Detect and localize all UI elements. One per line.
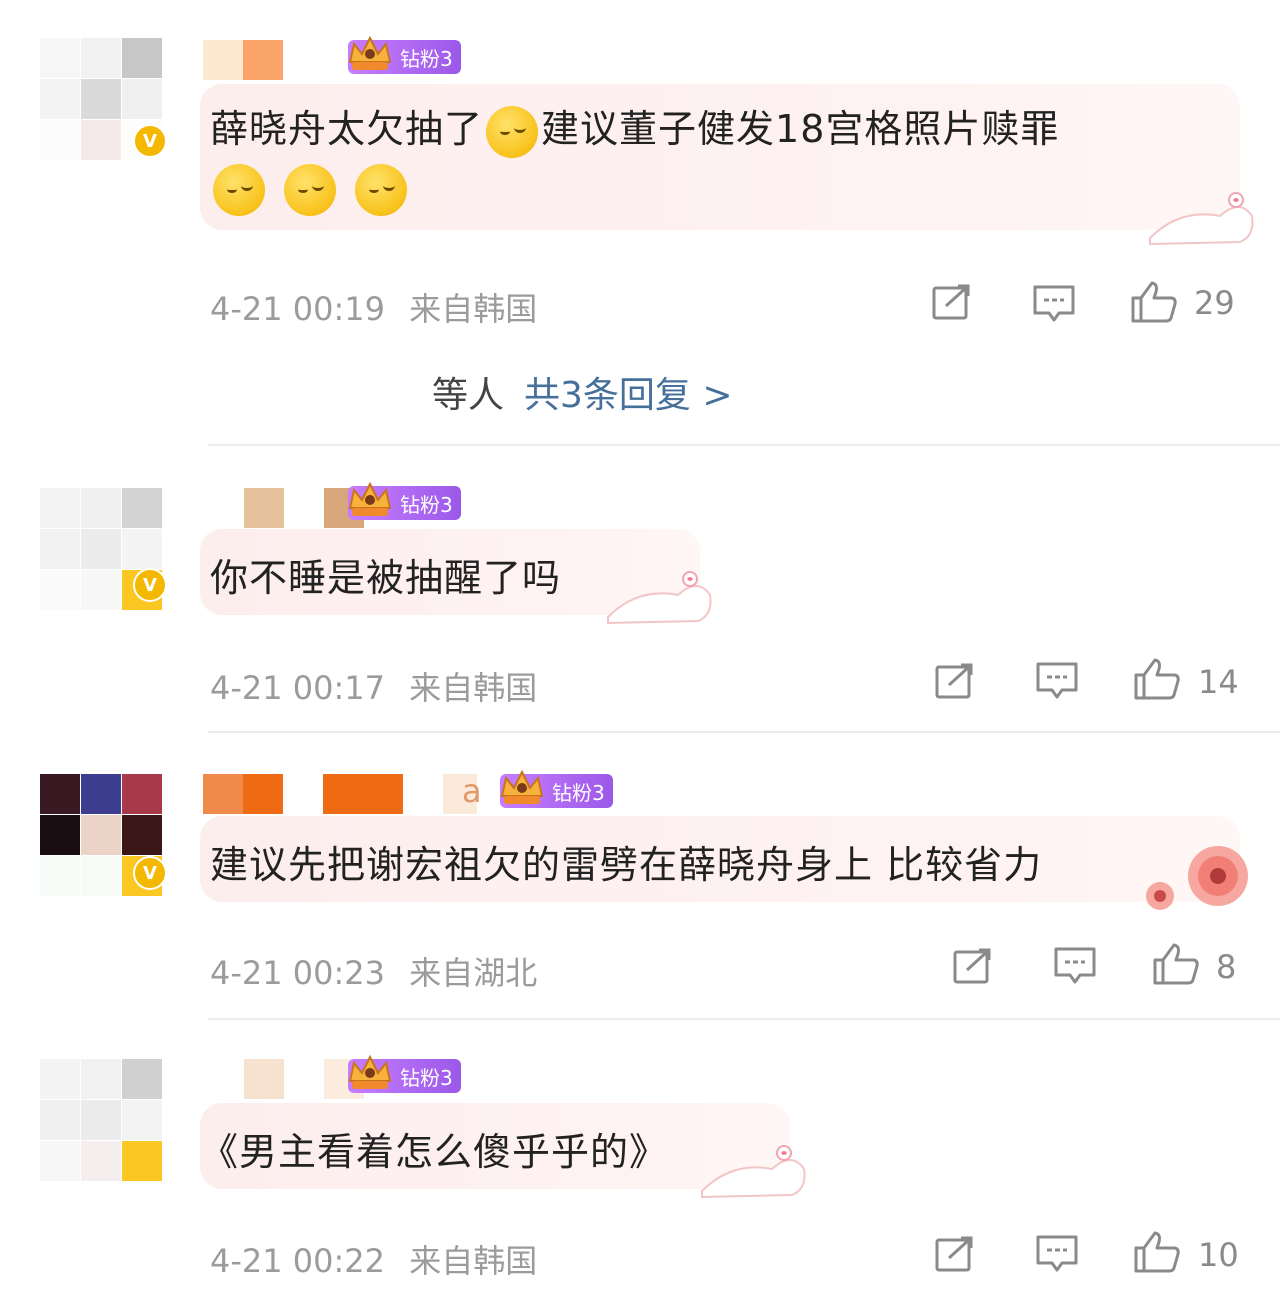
crown-icon bbox=[500, 769, 544, 804]
comment-item: V 钻粉3 你不睡是被抽醒了吗 4-21 00:17 来自韩国 14 bbox=[0, 445, 1280, 732]
comment-time: 4-21 00:22 bbox=[210, 1242, 386, 1280]
crown-icon bbox=[348, 35, 392, 70]
comment-location: 来自韩国 bbox=[409, 290, 538, 328]
like-count: 10 bbox=[1198, 1236, 1239, 1274]
fan-badge-label: 钻粉3 bbox=[552, 780, 605, 805]
comment-meta: 4-21 00:17 来自韩国 bbox=[210, 663, 537, 709]
fan-badge-label: 钻粉3 bbox=[400, 492, 453, 517]
verified-badge-icon: V bbox=[133, 124, 167, 158]
comment-time: 4-21 00:17 bbox=[210, 669, 386, 707]
fan-level-badge[interactable]: 钻粉3 bbox=[348, 481, 461, 520]
comment-text: 薛晓舟太欠抽了 建议董子健发18宫格照片赎罪 bbox=[210, 98, 1059, 158]
reply-icon[interactable] bbox=[1032, 284, 1076, 324]
avatar[interactable] bbox=[40, 1059, 162, 1181]
fan-level-badge[interactable]: 钻粉3 bbox=[348, 35, 461, 74]
comment-time: 4-21 00:19 bbox=[210, 290, 386, 328]
share-icon[interactable] bbox=[932, 284, 972, 320]
comment-item: V a 钻粉3 建议先把谢宏祖欠的雷劈在薛晓舟身上 比较省力 4-21 00:2… bbox=[0, 732, 1280, 1018]
comment-text: 建议先把谢宏祖欠的雷劈在薛晓舟身上 比较省力 bbox=[210, 843, 1043, 887]
comment-location: 来自湖北 bbox=[409, 954, 538, 992]
emoji-row bbox=[210, 164, 410, 216]
username-masked[interactable] bbox=[203, 774, 477, 814]
replies-summary[interactable]: 等人 共3条回复 > bbox=[432, 366, 733, 418]
view-replies-link[interactable]: 共3条回复 > bbox=[524, 375, 733, 416]
username-fragment: a bbox=[462, 772, 482, 810]
comment-location: 来自韩国 bbox=[409, 669, 538, 707]
fan-level-badge[interactable]: 钻粉3 bbox=[348, 1054, 461, 1093]
cat-sticker-icon bbox=[607, 571, 712, 625]
username-masked[interactable] bbox=[203, 40, 283, 80]
sleepy-face-emoji-icon bbox=[284, 164, 337, 216]
fan-level-badge[interactable]: 钻粉3 bbox=[500, 769, 613, 808]
comment-item: V 钻粉3 薛晓舟太欠抽了 建议董子健发18宫格照片赎罪 4-21 00:19 来… bbox=[0, 0, 1280, 445]
cat-sticker-icon bbox=[701, 1145, 806, 1199]
reply-icon[interactable] bbox=[1035, 661, 1079, 701]
sleepy-face-emoji-icon bbox=[355, 164, 408, 216]
comment-text: 《男主看着怎么傻乎乎的》 bbox=[200, 1130, 669, 1174]
share-icon[interactable] bbox=[935, 1236, 975, 1272]
thumbs-up-icon[interactable] bbox=[1130, 280, 1178, 324]
fan-badge-label: 钻粉3 bbox=[400, 1065, 453, 1090]
thumbs-up-icon[interactable] bbox=[1152, 942, 1200, 986]
cat-sticker-icon bbox=[1149, 192, 1254, 246]
share-icon[interactable] bbox=[935, 663, 975, 699]
comment-item: 钻粉3 《男主看着怎么傻乎乎的》 4-21 00:22 来自韩国 10 bbox=[0, 1019, 1280, 1305]
crown-icon bbox=[348, 1054, 392, 1089]
crown-icon bbox=[348, 481, 392, 516]
verified-badge-icon: V bbox=[133, 856, 167, 890]
thumbs-up-icon[interactable] bbox=[1133, 657, 1181, 701]
comment-meta: 4-21 00:22 来自韩国 bbox=[210, 1236, 537, 1282]
replies-prefix: 等人 bbox=[432, 375, 505, 416]
comment-location: 来自韩国 bbox=[409, 1242, 538, 1280]
like-count: 29 bbox=[1194, 284, 1235, 322]
comment-meta: 4-21 00:19 来自韩国 bbox=[210, 284, 537, 330]
thumbs-up-icon[interactable] bbox=[1133, 1230, 1181, 1274]
comment-meta: 4-21 00:23 来自湖北 bbox=[210, 948, 537, 994]
share-icon[interactable] bbox=[953, 948, 993, 984]
like-count: 14 bbox=[1198, 663, 1239, 701]
reply-icon[interactable] bbox=[1035, 1234, 1079, 1274]
fan-badge-label: 钻粉3 bbox=[400, 46, 453, 71]
sleepy-face-emoji-icon bbox=[486, 105, 539, 158]
like-count: 8 bbox=[1216, 948, 1237, 986]
comment-time: 4-21 00:23 bbox=[210, 954, 386, 992]
sleepy-face-emoji-icon bbox=[213, 164, 265, 216]
verified-badge-icon: V bbox=[133, 568, 167, 602]
flower-sticker-icon bbox=[1146, 846, 1248, 910]
reply-icon[interactable] bbox=[1053, 946, 1097, 986]
comment-text: 你不睡是被抽醒了吗 bbox=[210, 556, 562, 600]
